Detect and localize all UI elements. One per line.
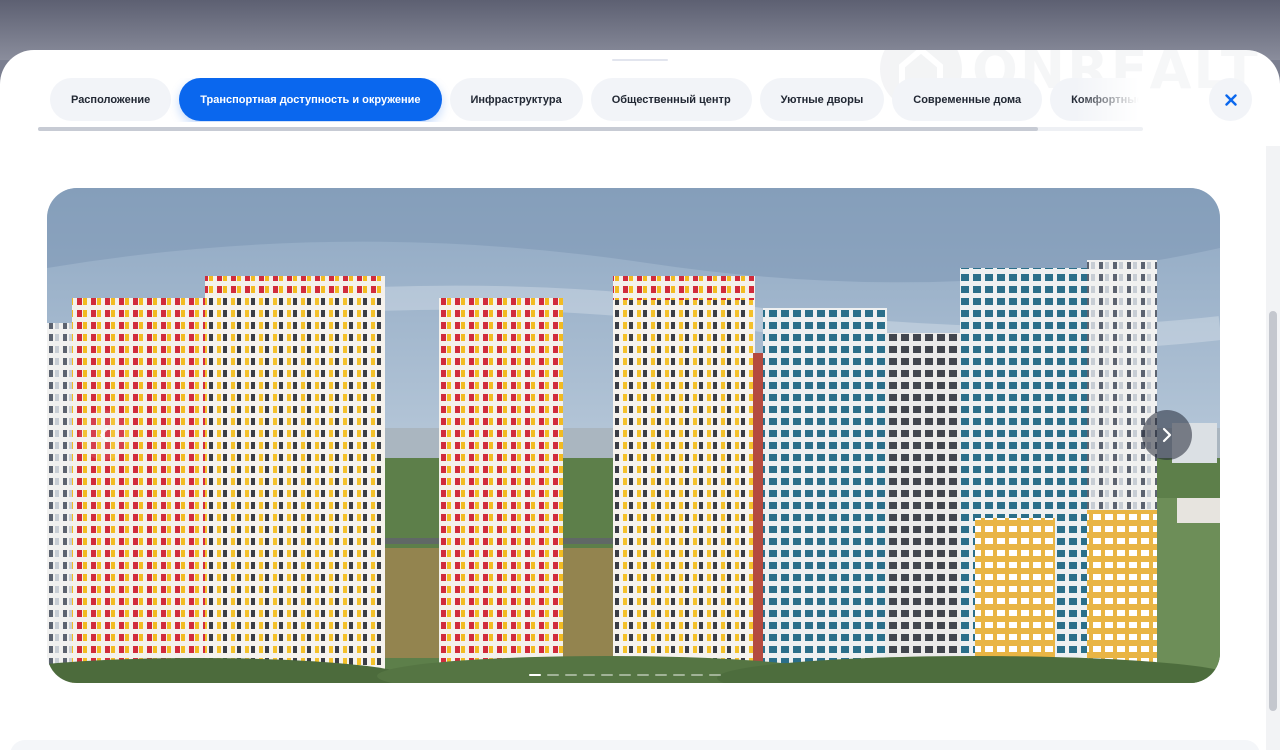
- tabs-fade: [1075, 78, 1150, 122]
- slide-indicator[interactable]: [673, 674, 685, 676]
- tab-4[interactable]: Общественный центр: [590, 78, 752, 121]
- slide-indicators: [529, 674, 721, 676]
- chevron-right-icon: [1162, 427, 1172, 443]
- close-icon: [1224, 93, 1237, 106]
- prev-slide-button[interactable]: [79, 410, 129, 460]
- slide-indicator[interactable]: [619, 674, 631, 676]
- slide-indicator[interactable]: [529, 674, 541, 676]
- section-tabs: Расположение Транспортная доступность и о…: [50, 78, 1145, 122]
- photo-gallery: [47, 188, 1220, 683]
- gallery-photo: [47, 188, 1220, 683]
- slide-indicator[interactable]: [601, 674, 613, 676]
- tabs-scrollbar-thumb[interactable]: [38, 127, 1038, 131]
- tab-2[interactable]: Транспортная доступность и окружение: [179, 78, 442, 121]
- slide-indicator[interactable]: [709, 674, 721, 676]
- next-slide-button[interactable]: [1142, 410, 1192, 460]
- modal-grab-handle[interactable]: [612, 59, 668, 61]
- slide-indicator[interactable]: [547, 674, 559, 676]
- slide-indicator[interactable]: [637, 674, 649, 676]
- tabs-scrollbar[interactable]: [38, 127, 1143, 131]
- slide-indicator[interactable]: [565, 674, 577, 676]
- tab-6[interactable]: Современные дома: [892, 78, 1043, 121]
- next-section-card: [10, 740, 1260, 750]
- close-button[interactable]: [1209, 78, 1252, 121]
- modal-scrollbar-thumb[interactable]: [1269, 311, 1277, 711]
- slide-indicator[interactable]: [691, 674, 703, 676]
- slide-indicator[interactable]: [583, 674, 595, 676]
- tab-3[interactable]: Инфраструктура: [449, 78, 583, 121]
- tab-1[interactable]: Расположение: [50, 78, 172, 121]
- slide-indicator[interactable]: [655, 674, 667, 676]
- chevron-left-icon: [100, 428, 108, 442]
- tab-5[interactable]: Уютные дворы: [759, 78, 885, 121]
- gallery-modal: ONREALT Расположение Транспортная доступн…: [0, 50, 1280, 750]
- modal-scrollbar[interactable]: [1266, 146, 1280, 750]
